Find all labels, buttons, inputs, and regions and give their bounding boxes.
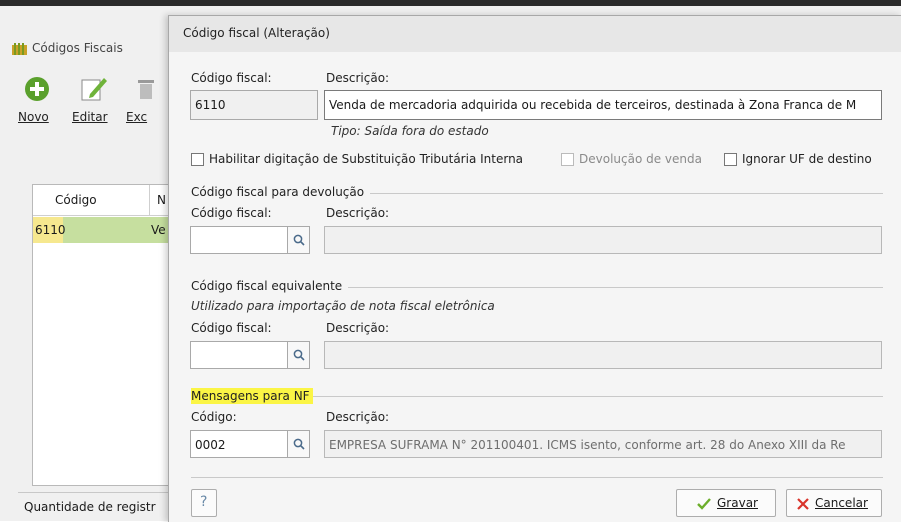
equivalente-codigo-field[interactable] [190, 341, 288, 369]
editar-label: Editar [72, 110, 108, 124]
mensagens-section-title: Mensagens para NF [191, 388, 313, 404]
equivalente-section-title: Código fiscal equivalente [191, 279, 349, 293]
descricao-field[interactable]: Venda de mercadoria adquirida ou recebid… [324, 90, 882, 120]
excluir-label: Exc [126, 110, 148, 124]
dialog-title: Código fiscal (Alteração) [183, 26, 330, 40]
column-header-codigo[interactable]: Código [33, 185, 150, 215]
codigo-fiscal-dialog: Código fiscal (Alteração) Código fiscal:… [168, 15, 901, 522]
equivalente-section-header: Código fiscal equivalente [191, 279, 883, 293]
search-icon [293, 349, 305, 361]
equivalente-descricao-label: Descrição: [326, 321, 390, 335]
codigos-list[interactable]: Código N 6110 Ve [32, 184, 174, 486]
devolucao-descricao-label: Descrição: [326, 206, 390, 220]
codigo-fiscal-field[interactable]: 6110 [190, 90, 318, 120]
row-code: 6110 [35, 223, 66, 237]
window-title: Códigos Fiscais [32, 41, 123, 55]
search-icon [293, 438, 305, 450]
equivalente-subtitle: Utilizado para importação de nota fiscal… [191, 299, 495, 313]
devolucao-section-title: Código fiscal para devolução [191, 185, 371, 199]
devolucao-venda-label: Devolução de venda [579, 152, 702, 166]
dialog-body: Código fiscal: Descrição: 6110 Venda de … [169, 52, 901, 522]
equivalente-codigo-label: Código fiscal: [191, 321, 272, 335]
equivalente-descricao-field [324, 341, 882, 369]
trash-icon [136, 76, 156, 103]
checkmark-icon [697, 498, 711, 513]
gravar-label: Gravar [717, 496, 758, 510]
column-header-nome-label: N [157, 193, 166, 207]
edit-pencil-icon [80, 74, 108, 105]
book-icon [12, 43, 27, 59]
row-desc: Ve [151, 223, 166, 237]
ignorar-uf-checkbox[interactable] [724, 153, 737, 166]
mensagens-codigo-label: Código: [191, 410, 237, 424]
dialog-titlebar: Código fiscal (Alteração) [169, 16, 901, 52]
codigo-fiscal-label: Código fiscal: [191, 71, 272, 85]
mensagens-descricao-field: EMPRESA SUFRAMA N° 201100401. ICMS isent… [324, 430, 882, 458]
cancelar-button[interactable]: Cancelar [786, 489, 882, 517]
mensagens-section-header: Mensagens para NF [191, 388, 883, 404]
descricao-label: Descrição: [326, 71, 390, 85]
footer-divider [191, 477, 883, 478]
search-icon [293, 234, 305, 246]
plus-circle-icon [24, 76, 50, 105]
help-button[interactable]: ? [191, 489, 217, 517]
mensagens-descricao-label: Descrição: [326, 410, 390, 424]
codigos-fiscais-header: Códigos Fiscais [8, 36, 168, 62]
gravar-button[interactable]: Gravar [676, 489, 776, 517]
ignorar-uf-label: Ignorar UF de destino [742, 152, 872, 166]
column-header-codigo-label: Código [55, 193, 97, 207]
mensagens-codigo-field[interactable]: 0002 [190, 430, 288, 458]
substituicao-label: Habilitar digitação de Substituição Trib… [209, 152, 524, 166]
table-row[interactable]: 6110 Ve [33, 217, 173, 243]
status-bar: Quantidade de registr [18, 492, 168, 522]
editar-button[interactable]: Editar [68, 72, 118, 128]
devolucao-codigo-label: Código fiscal: [191, 206, 272, 220]
cancelar-label: Cancelar [815, 496, 868, 510]
window-top-edge [0, 0, 901, 6]
help-label: ? [200, 494, 208, 510]
devolucao-venda-checkbox[interactable] [561, 153, 574, 166]
novo-label: Novo [18, 110, 49, 124]
toolbar: Novo Editar Exc [14, 72, 174, 128]
devolucao-lookup-button[interactable] [288, 226, 310, 254]
mensagens-lookup-button[interactable] [288, 430, 310, 458]
list-header: Código N [33, 185, 173, 216]
record-count-text: Quantidade de registr [24, 500, 156, 514]
novo-button[interactable]: Novo [14, 72, 64, 128]
devolucao-codigo-field[interactable] [190, 226, 288, 254]
devolucao-descricao-field [324, 226, 882, 254]
close-x-icon [797, 498, 809, 513]
equivalente-lookup-button[interactable] [288, 341, 310, 369]
devolucao-section-header: Código fiscal para devolução [191, 185, 883, 199]
excluir-button[interactable]: Exc [122, 72, 166, 128]
substituicao-checkbox[interactable] [191, 153, 204, 166]
tipo-text: Tipo: Saída fora do estado [331, 124, 489, 138]
